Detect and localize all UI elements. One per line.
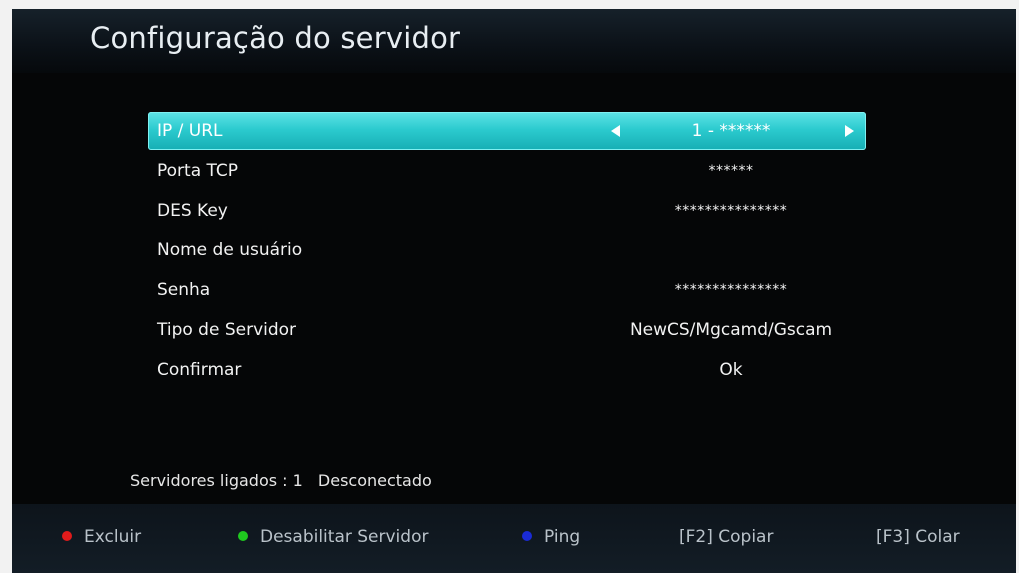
- menu-item-value: ***************: [674, 202, 788, 219]
- menu-item-tipo-de-servidor[interactable]: Tipo de Servidor NewCS/Mgcamd/Gscam: [148, 311, 866, 349]
- red-dot-icon: [62, 531, 72, 541]
- header-bar: Configuração do servidor: [12, 9, 1016, 73]
- menu-item-label: Porta TCP: [157, 160, 239, 181]
- menu-item-value: ***************: [674, 282, 788, 299]
- tv-screen: Configuração do servidor IP / URL 1 - **…: [12, 9, 1016, 573]
- menu-item-nome-de-usuario[interactable]: Nome de usuário: [148, 231, 866, 269]
- menu-item-senha[interactable]: Senha ***************: [148, 271, 866, 309]
- arrow-right-icon[interactable]: [845, 125, 854, 137]
- menu-item-label: DES Key: [157, 200, 228, 221]
- ping-label: Ping: [544, 527, 581, 547]
- green-dot-icon: [238, 531, 248, 541]
- settings-menu: IP / URL 1 - ****** Porta TCP ****** DES…: [148, 112, 866, 391]
- menu-item-des-key[interactable]: DES Key ***************: [148, 192, 866, 230]
- servers-count-text: Servidores ligados : 1: [130, 471, 303, 490]
- menu-item-ip-url[interactable]: IP / URL 1 - ******: [148, 112, 866, 150]
- menu-item-porta-tcp[interactable]: Porta TCP ******: [148, 152, 866, 190]
- menu-item-confirmar[interactable]: Confirmar Ok: [148, 351, 866, 389]
- menu-item-label: Senha: [157, 280, 211, 301]
- desabilitar-servidor-label: Desabilitar Servidor: [260, 527, 429, 547]
- menu-item-value: ******: [708, 162, 754, 179]
- connection-status-text: Desconectado: [317, 471, 432, 490]
- status-line: Servidores ligados : 1 Desconectado: [130, 471, 442, 490]
- menu-item-label: Tipo de Servidor: [157, 319, 297, 340]
- desabilitar-servidor-button[interactable]: Desabilitar Servidor: [238, 527, 428, 547]
- blue-dot-icon: [522, 531, 532, 541]
- menu-item-value: 1 - ******: [691, 121, 771, 141]
- copiar-label: [F2] Copiar: [679, 527, 774, 547]
- colar-button[interactable]: [F3] Colar: [876, 527, 960, 547]
- menu-item-value: Ok: [719, 359, 743, 380]
- page-title: Configuração do servidor: [90, 21, 461, 55]
- menu-item-label: Nome de usuário: [157, 240, 303, 261]
- menu-item-label: Confirmar: [157, 359, 242, 380]
- colar-label: [F3] Colar: [876, 527, 960, 547]
- excluir-label: Excluir: [84, 527, 142, 547]
- menu-item-value: NewCS/Mgcamd/Gscam: [629, 319, 833, 340]
- arrow-left-icon[interactable]: [611, 125, 620, 137]
- menu-item-label: IP / URL: [157, 121, 223, 141]
- ping-button[interactable]: Ping: [522, 527, 580, 547]
- footer-bar: Excluir Desabilitar Servidor Ping [F2] C…: [12, 504, 1016, 573]
- copiar-button[interactable]: [F2] Copiar: [679, 527, 773, 547]
- excluir-button[interactable]: Excluir: [62, 527, 141, 547]
